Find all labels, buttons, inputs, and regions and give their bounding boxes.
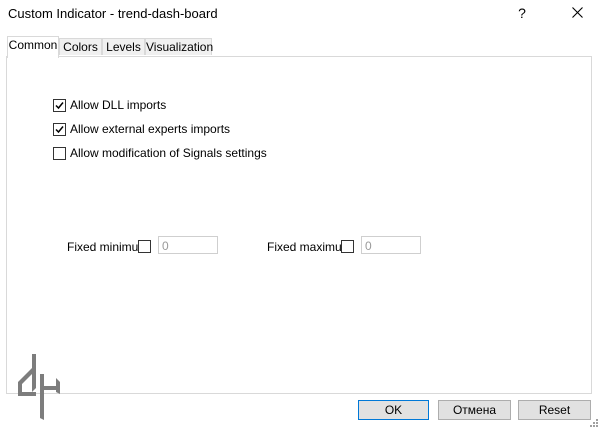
window-title: Custom Indicator - trend-dash-board	[8, 6, 218, 21]
allow-external-experts-option[interactable]: Allow external experts imports	[53, 122, 230, 136]
allow-dll-imports-checkbox[interactable]	[53, 98, 66, 112]
brand-logo-icon	[18, 354, 60, 420]
reset-button[interactable]: Reset	[518, 400, 591, 420]
allow-external-experts-checkbox[interactable]	[53, 122, 66, 136]
fixed-minimum-input[interactable]: 0	[158, 236, 218, 254]
fixed-maximum-checkbox[interactable]	[341, 240, 354, 253]
help-button[interactable]: ?	[512, 0, 532, 28]
allow-external-experts-label: Allow external experts imports	[70, 122, 231, 136]
resize-grip-icon[interactable]	[589, 418, 598, 427]
allow-signals-modification-label: Allow modification of Signals settings	[70, 146, 267, 160]
close-icon	[572, 7, 583, 18]
checkmark-icon	[55, 101, 64, 109]
fixed-maximum-label: Fixed maximum	[267, 240, 352, 254]
tab-levels[interactable]: Levels	[102, 38, 145, 55]
tab-common[interactable]: Common	[7, 36, 59, 58]
tab-colors[interactable]: Colors	[59, 38, 102, 55]
allow-signals-modification-option[interactable]: Allow modification of Signals settings	[53, 146, 267, 160]
allow-dll-imports-option[interactable]: Allow DLL imports	[53, 98, 166, 112]
cancel-button[interactable]: Отмена	[438, 400, 511, 420]
allow-dll-imports-label: Allow DLL imports	[70, 98, 167, 112]
checkmark-icon	[55, 125, 64, 133]
ok-button[interactable]: OK	[358, 400, 429, 420]
tab-visualization[interactable]: Visualization	[145, 38, 213, 55]
title-bar: Custom Indicator - trend-dash-board ?	[0, 0, 599, 28]
fixed-maximum-input[interactable]: 0	[361, 236, 421, 254]
fixed-minimum-label: Fixed minimum	[67, 240, 149, 254]
fixed-minimum-checkbox[interactable]	[138, 240, 151, 253]
allow-signals-modification-checkbox[interactable]	[53, 146, 66, 160]
close-button[interactable]	[560, 0, 594, 28]
